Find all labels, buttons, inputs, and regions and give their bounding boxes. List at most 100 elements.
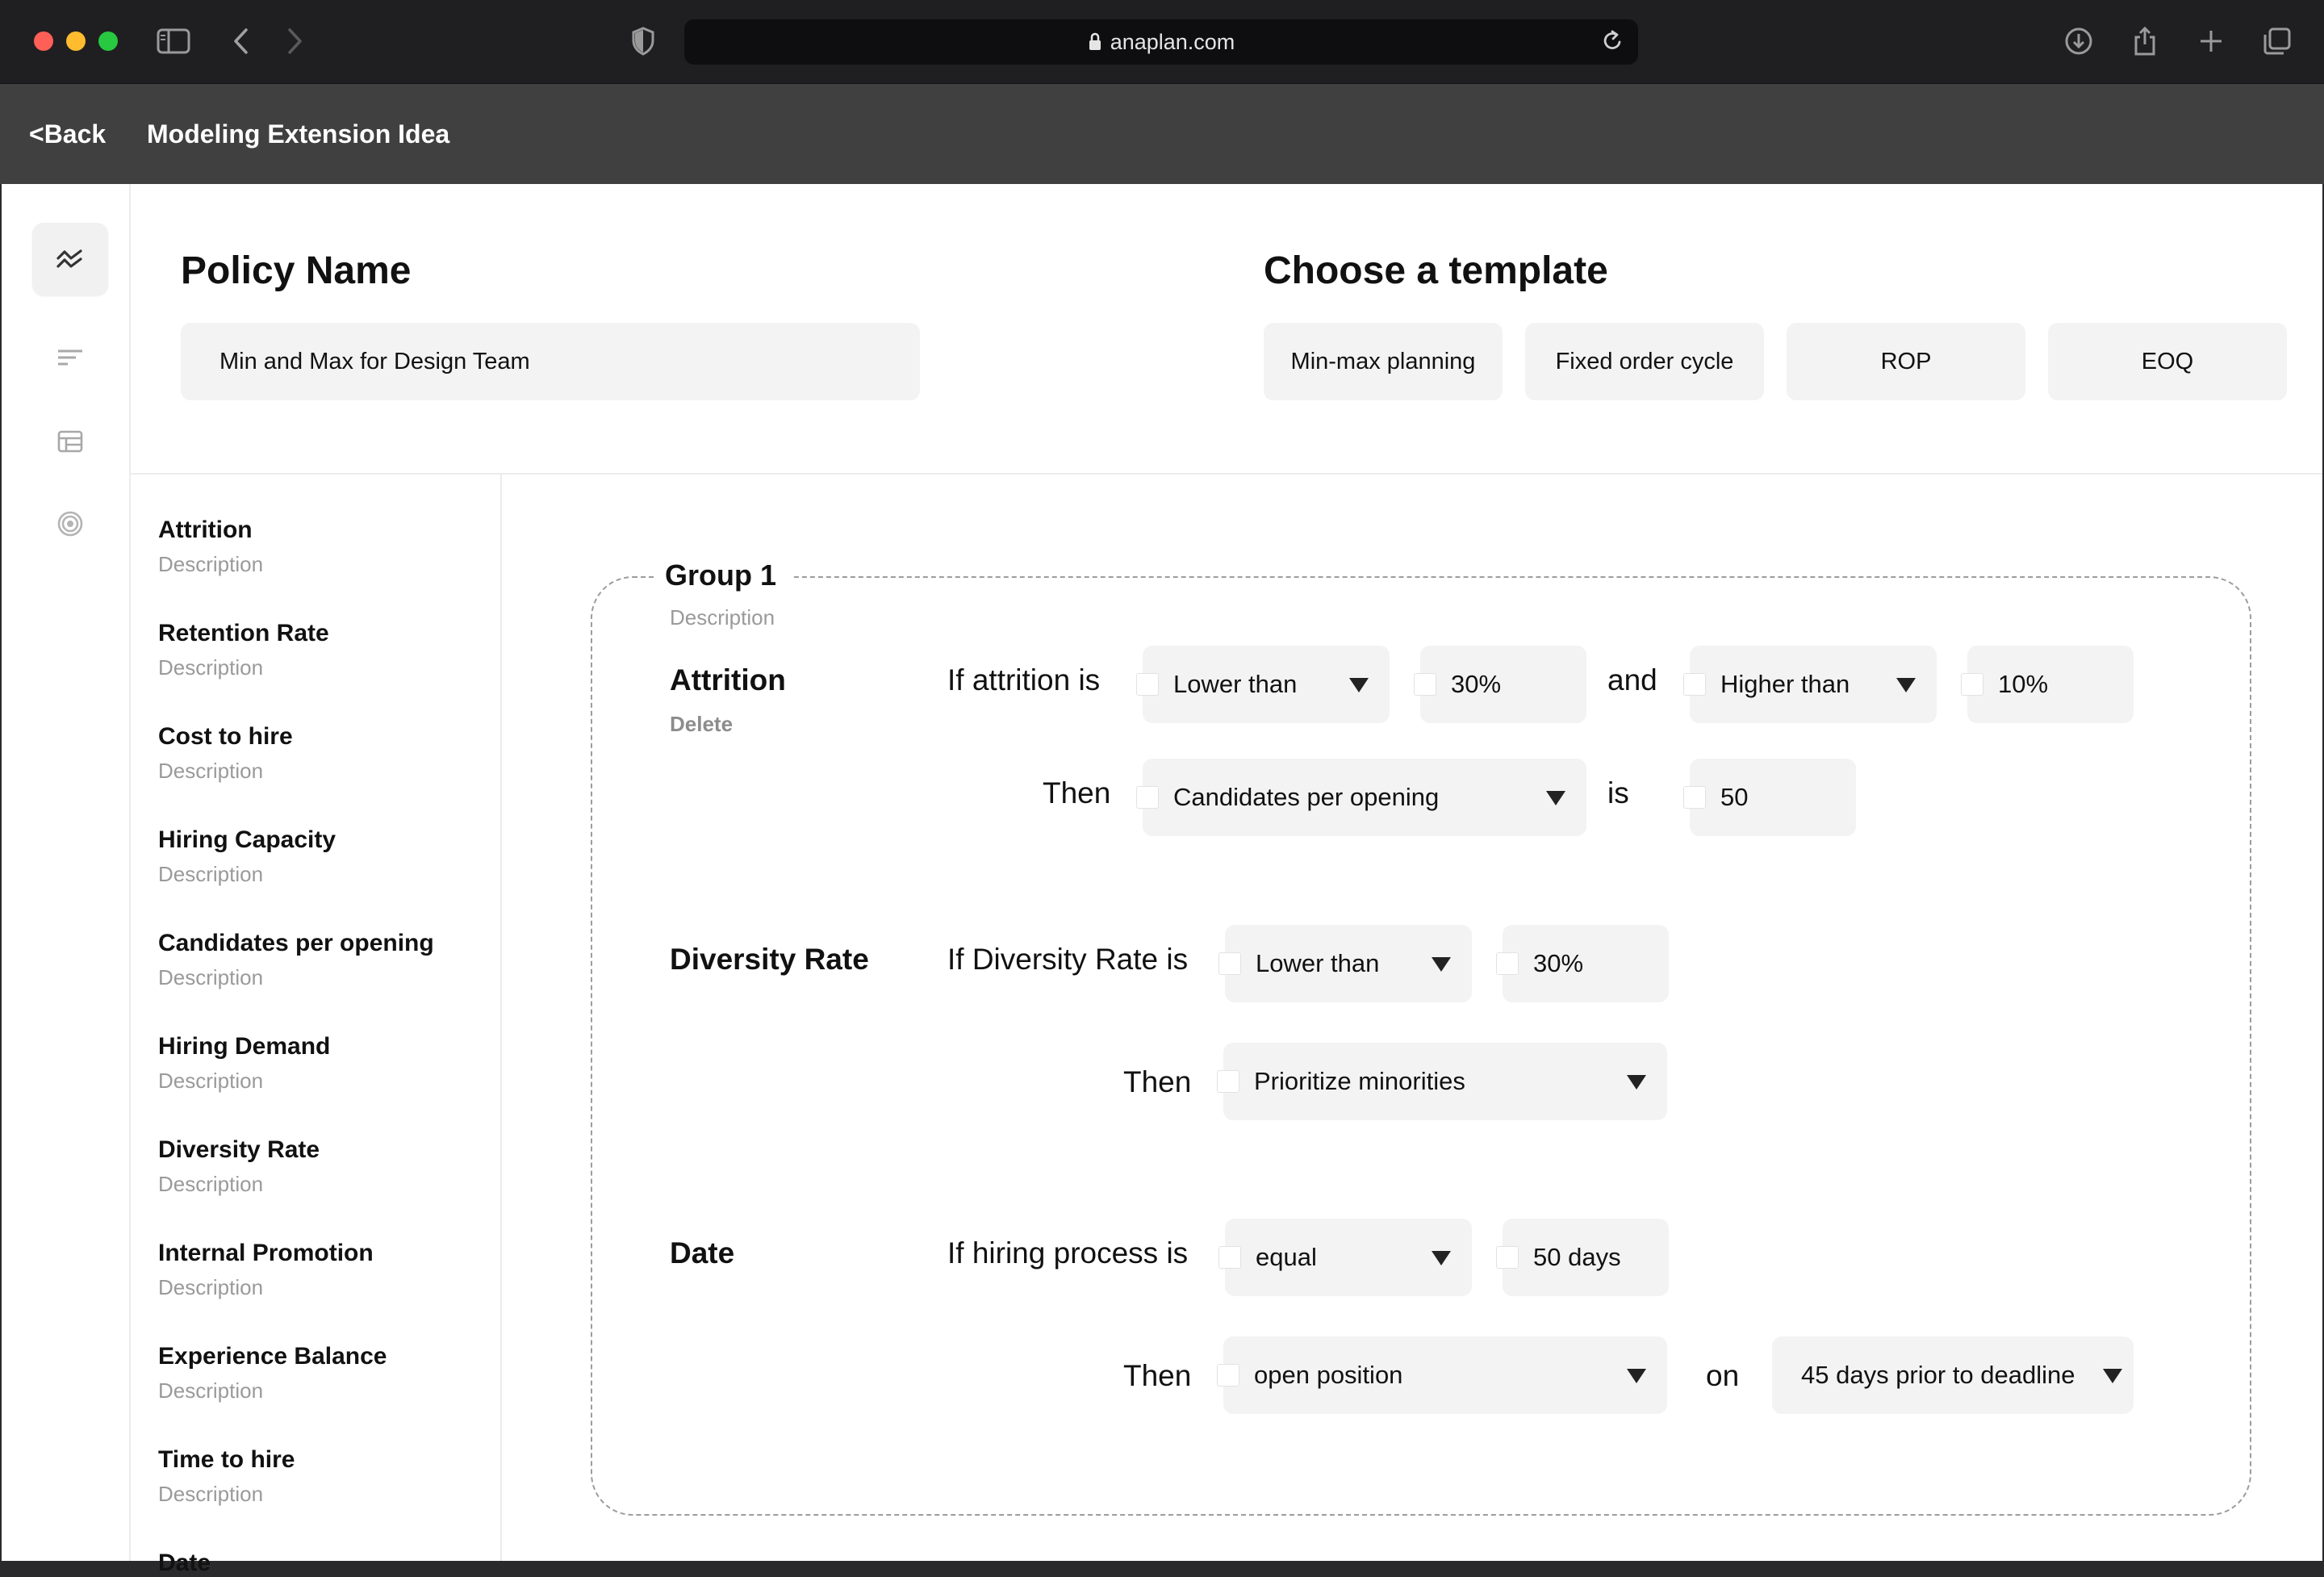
- value-input[interactable]: 50 days: [1496, 1219, 1669, 1296]
- then-label: Then: [1043, 776, 1111, 809]
- parameter-item[interactable]: Cost to hire Description: [158, 723, 293, 784]
- delete-rule-button[interactable]: Delete: [670, 712, 733, 737]
- maximize-window-button[interactable]: [98, 31, 118, 51]
- new-tab-icon[interactable]: [2198, 24, 2224, 58]
- template-fixed-order-cycle[interactable]: Fixed order cycle: [1525, 323, 1764, 400]
- caret-down-icon: [1349, 678, 1369, 692]
- input-value: 50 days: [1533, 1243, 1621, 1271]
- policy-name-input[interactable]: Min and Max for Design Team: [181, 323, 920, 400]
- template-min-max-planning[interactable]: Min-max planning: [1264, 323, 1503, 400]
- page-title: Modeling Extension Idea: [147, 119, 450, 148]
- sort-lines-icon[interactable]: [32, 321, 108, 394]
- action-select[interactable]: Candidates per opening: [1136, 759, 1586, 836]
- sidebar-toggle-icon[interactable]: [157, 24, 190, 58]
- action-select[interactable]: Prioritize minorities: [1217, 1043, 1667, 1120]
- parameter-description: Description: [158, 759, 264, 783]
- is-label: is: [1607, 776, 1629, 809]
- value-input[interactable]: 50: [1683, 759, 1856, 836]
- checkbox[interactable]: [1496, 952, 1519, 975]
- parameter-name: Experience Balance: [158, 1343, 387, 1370]
- checkbox[interactable]: [1496, 1246, 1519, 1269]
- checkbox[interactable]: [1683, 786, 1706, 809]
- parameter-description: Description: [158, 1378, 264, 1403]
- timing-select[interactable]: 45 days prior to deadline: [1772, 1336, 2134, 1414]
- condition-select[interactable]: Lower than: [1218, 925, 1472, 1002]
- condition-label: If hiring process is: [947, 1236, 1189, 1270]
- checkbox[interactable]: [1683, 673, 1706, 696]
- condition-select[interactable]: Lower than: [1136, 646, 1390, 723]
- parameter-description: Description: [158, 655, 264, 680]
- group-description: Description: [670, 605, 775, 630]
- parameter-item[interactable]: Internal Promotion Description: [158, 1240, 374, 1300]
- select-value: open position: [1254, 1361, 1403, 1389]
- parameter-item[interactable]: Date: [158, 1550, 211, 1577]
- close-window-button[interactable]: [34, 31, 53, 51]
- caret-down-icon: [1546, 791, 1565, 805]
- parameter-description: Description: [158, 862, 264, 886]
- tab-overview-icon[interactable]: [2263, 24, 2292, 58]
- checkbox[interactable]: [1414, 673, 1436, 696]
- parameter-description: Description: [158, 1275, 264, 1299]
- value-input[interactable]: 30%: [1496, 925, 1669, 1002]
- table-icon[interactable]: [32, 405, 108, 478]
- select-value: Higher than: [1720, 670, 1850, 698]
- rule-name: Date: [670, 1236, 735, 1270]
- action-select[interactable]: open position: [1217, 1336, 1667, 1414]
- select-value: Candidates per opening: [1173, 783, 1440, 811]
- checkbox[interactable]: [1217, 1070, 1239, 1093]
- divider: [500, 475, 502, 1561]
- checkbox[interactable]: [1218, 952, 1241, 975]
- parameter-item[interactable]: Diversity Rate Description: [158, 1136, 320, 1197]
- value-input[interactable]: 30%: [1414, 646, 1586, 723]
- then-label: Then: [1123, 1065, 1192, 1098]
- caret-down-icon: [1627, 1075, 1646, 1090]
- back-arrow-icon[interactable]: [232, 24, 250, 58]
- trend-icon[interactable]: [32, 223, 108, 295]
- app-header: <Back Modeling Extension Idea: [0, 84, 2324, 184]
- parameter-name: Attrition: [158, 517, 253, 543]
- icon-rail: [2, 184, 131, 1561]
- checkbox[interactable]: [1136, 786, 1159, 809]
- parameter-name: Cost to hire: [158, 723, 293, 750]
- input-value: 30%: [1533, 949, 1584, 977]
- on-label: on: [1706, 1359, 1740, 1392]
- input-value: 10%: [1998, 670, 2049, 698]
- parameter-item[interactable]: Time to hire Description: [158, 1446, 295, 1507]
- select-value: equal: [1256, 1243, 1317, 1271]
- download-icon[interactable]: [2064, 24, 2093, 58]
- back-link[interactable]: <Back: [29, 119, 106, 149]
- caret-down-icon: [2103, 1369, 2122, 1383]
- checkbox[interactable]: [1218, 1246, 1241, 1269]
- template-rop[interactable]: ROP: [1787, 323, 2025, 400]
- checkbox[interactable]: [1217, 1364, 1239, 1387]
- parameter-item[interactable]: Retention Rate Description: [158, 620, 329, 680]
- condition-select[interactable]: Higher than: [1683, 646, 1937, 723]
- parameter-item[interactable]: Candidates per opening Description: [158, 930, 434, 990]
- caret-down-icon: [1432, 957, 1451, 972]
- parameter-name: Retention Rate: [158, 620, 329, 646]
- url-text: anaplan.com: [1110, 29, 1235, 54]
- then-label: Then: [1123, 1359, 1192, 1392]
- reload-icon[interactable]: [1601, 29, 1624, 59]
- parameter-name: Internal Promotion: [158, 1240, 374, 1266]
- forward-arrow-icon[interactable]: [286, 24, 303, 58]
- template-eoq[interactable]: EOQ: [2048, 323, 2287, 400]
- condition-select[interactable]: equal: [1218, 1219, 1472, 1296]
- share-icon[interactable]: [2132, 24, 2158, 58]
- parameter-item[interactable]: Attrition Description: [158, 517, 263, 577]
- address-bar[interactable]: anaplan.com: [684, 19, 1638, 65]
- parameter-name: Hiring Capacity: [158, 826, 336, 853]
- condition-label: If attrition is: [947, 663, 1101, 696]
- parameter-item[interactable]: Hiring Demand Description: [158, 1033, 330, 1094]
- checkbox[interactable]: [1961, 673, 1983, 696]
- minimize-window-button[interactable]: [66, 31, 86, 51]
- target-icon[interactable]: [32, 487, 108, 560]
- shield-icon[interactable]: [631, 24, 655, 58]
- value-input[interactable]: 10%: [1961, 646, 2134, 723]
- checkbox[interactable]: [1136, 673, 1159, 696]
- parameter-name: Time to hire: [158, 1446, 295, 1473]
- parameter-item[interactable]: Hiring Capacity Description: [158, 826, 336, 887]
- parameter-name: Diversity Rate: [158, 1136, 320, 1163]
- parameter-description: Description: [158, 965, 264, 989]
- parameter-item[interactable]: Experience Balance Description: [158, 1343, 387, 1403]
